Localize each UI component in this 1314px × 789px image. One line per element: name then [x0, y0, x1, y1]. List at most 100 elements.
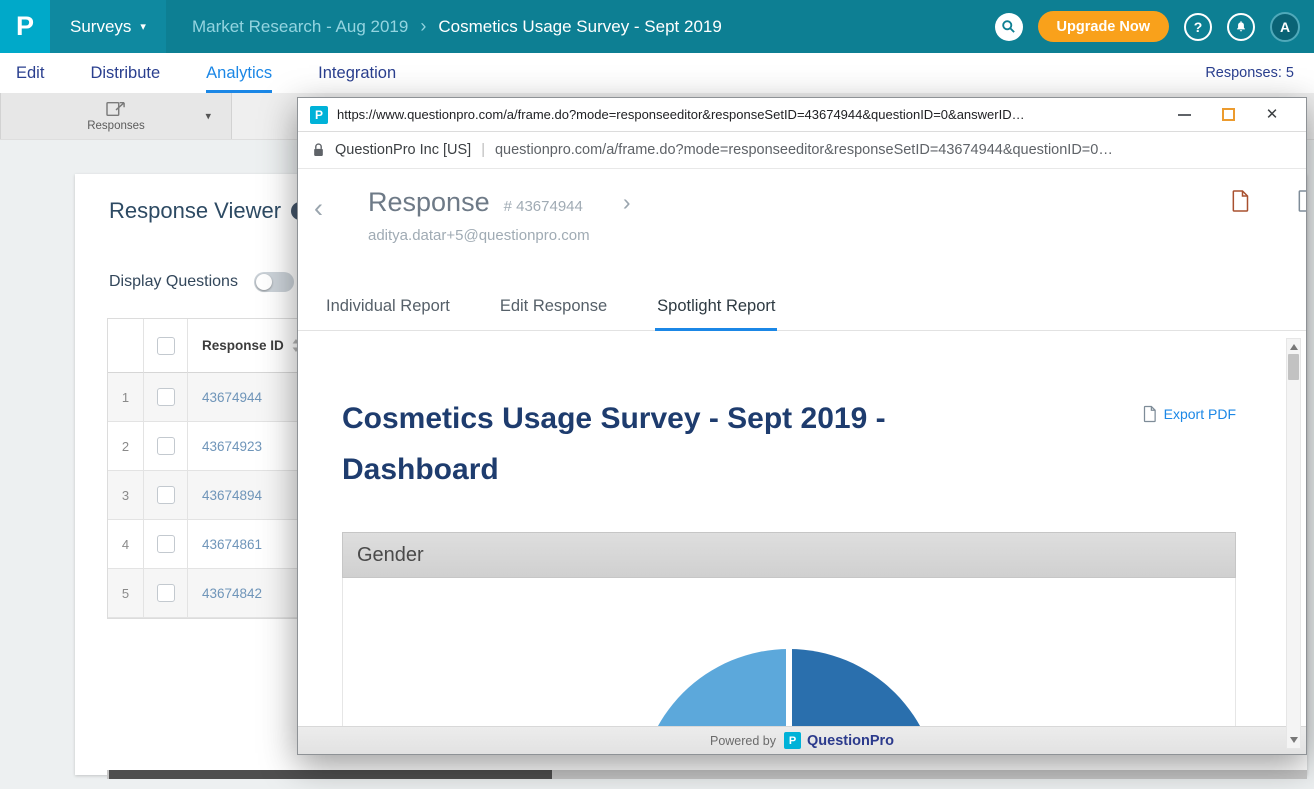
row-checkbox-cell — [144, 520, 188, 569]
toggle-knob — [256, 274, 272, 290]
upgrade-now-button[interactable]: Upgrade Now — [1038, 11, 1169, 42]
response-id-value: # 43674944 — [504, 198, 583, 215]
header-row-number — [108, 319, 144, 373]
response-title: Response — [368, 187, 490, 218]
breadcrumb-parent-link[interactable]: Market Research - Aug 2019 — [192, 17, 408, 37]
powered-by-footer: Powered by P QuestionPro — [298, 726, 1306, 754]
surveys-dropdown[interactable]: Surveys ▾ — [50, 0, 166, 53]
maximize-button[interactable] — [1206, 101, 1250, 129]
gender-chart-area — [342, 578, 1236, 726]
breadcrumb-separator-icon: › — [420, 16, 426, 37]
response-header-main: Response # 43674944 › aditya.datar+5@que… — [368, 187, 631, 244]
questionpro-footer-logo: P — [784, 732, 801, 749]
row-checkbox-cell — [144, 373, 188, 422]
file-icon — [1296, 189, 1307, 213]
responses-menu-button[interactable]: Responses ▾ — [0, 93, 232, 139]
response-header: ‹ Response # 43674944 › aditya.datar+5@q… — [298, 169, 1306, 284]
questionpro-favicon: P — [310, 106, 328, 124]
response-id-header-label: Response ID — [202, 338, 284, 353]
row-number: 5 — [108, 569, 144, 618]
address-url: questionpro.com/a/frame.do?mode=response… — [495, 142, 1292, 158]
horizontal-scrollbar[interactable] — [107, 770, 1307, 779]
popup-address-bar: QuestionPro Inc [US] | questionpro.com/a… — [298, 132, 1306, 169]
nav-item-distribute[interactable]: Distribute — [90, 53, 160, 93]
responses-menu-label: Responses — [87, 120, 145, 132]
next-response-button[interactable]: › — [623, 191, 631, 214]
dashboard-title: Cosmetics Usage Survey - Sept 2019 - Das… — [342, 393, 982, 495]
questionpro-logo[interactable]: P — [0, 0, 50, 53]
horizontal-scrollbar-thumb[interactable] — [109, 770, 552, 779]
responses-icon — [105, 100, 127, 118]
chevron-down-icon: ▾ — [140, 20, 146, 33]
display-questions-toggle[interactable] — [254, 272, 294, 292]
tab-individual-report[interactable]: Individual Report — [324, 284, 452, 331]
pie-slice-divider — [786, 649, 792, 726]
header-checkbox-cell — [144, 319, 188, 373]
nav-item-analytics[interactable]: Analytics — [206, 53, 272, 93]
respondent-email: aditya.datar+5@questionpro.com — [368, 227, 631, 244]
help-icon: ? — [1194, 19, 1203, 35]
nav-item-integration[interactable]: Integration — [318, 53, 396, 93]
avatar-initial: A — [1280, 19, 1290, 35]
popup-title-bar: P https://www.questionpro.com/a/frame.do… — [298, 98, 1306, 132]
secondary-export-button[interactable] — [1296, 189, 1307, 218]
site-identity: QuestionPro Inc [US] — [335, 142, 471, 158]
window-controls: ✕ — [1162, 101, 1294, 129]
close-button[interactable]: ✕ — [1250, 101, 1294, 129]
user-avatar[interactable]: A — [1270, 12, 1300, 42]
row-number: 3 — [108, 471, 144, 520]
previous-response-button[interactable]: ‹ — [314, 195, 323, 222]
row-checkbox-cell — [144, 422, 188, 471]
breadcrumb: Market Research - Aug 2019 › Cosmetics U… — [192, 16, 722, 37]
notifications-button[interactable] — [1227, 13, 1255, 41]
lock-icon — [312, 142, 325, 158]
powered-by-label: Powered by — [710, 734, 776, 748]
topbar-actions: Upgrade Now ? A — [995, 0, 1300, 53]
address-divider: | — [481, 142, 485, 158]
footer-logo-letter: P — [789, 735, 796, 747]
responses-menu-content: Responses — [87, 100, 145, 132]
questionpro-footer-link[interactable]: P QuestionPro — [784, 732, 894, 749]
close-icon: ✕ — [1266, 107, 1279, 122]
spotlight-report-content: Export PDF Cosmetics Usage Survey - Sept… — [298, 331, 1306, 726]
gender-panel-header: Gender — [342, 532, 1236, 578]
report-tabs: Individual Report Edit Response Spotligh… — [298, 284, 1306, 331]
page-title: Response Viewer — [109, 198, 281, 224]
export-pdf-button[interactable]: Export PDF — [1142, 405, 1236, 423]
row-number: 2 — [108, 422, 144, 471]
survey-nav: Edit Distribute Analytics Integration Re… — [0, 53, 1314, 93]
favicon-letter: P — [315, 108, 323, 122]
row-checkbox[interactable] — [157, 388, 175, 406]
row-checkbox[interactable] — [157, 535, 175, 553]
breadcrumb-current: Cosmetics Usage Survey - Sept 2019 — [438, 17, 721, 37]
tab-spotlight-report[interactable]: Spotlight Report — [655, 284, 777, 331]
scroll-up-arrow-icon[interactable] — [1290, 344, 1298, 350]
row-checkbox[interactable] — [157, 486, 175, 504]
row-checkbox[interactable] — [157, 584, 175, 602]
display-questions-label: Display Questions — [109, 273, 238, 291]
response-editor-popup: P https://www.questionpro.com/a/frame.do… — [297, 97, 1307, 755]
chevron-down-icon: ▾ — [205, 110, 211, 123]
row-checkbox[interactable] — [157, 437, 175, 455]
minimize-button[interactable] — [1162, 101, 1206, 129]
row-number: 1 — [108, 373, 144, 422]
maximize-icon — [1222, 108, 1235, 121]
search-button[interactable] — [995, 13, 1023, 41]
minimize-icon — [1178, 114, 1191, 116]
tab-edit-response[interactable]: Edit Response — [498, 284, 609, 331]
export-pdf-icon — [1142, 405, 1157, 423]
vertical-scrollbar-thumb[interactable] — [1288, 354, 1299, 380]
responses-count: Responses: 5 — [1205, 53, 1314, 93]
help-button[interactable]: ? — [1184, 13, 1212, 41]
pdf-file-icon — [1230, 189, 1250, 213]
questionpro-wordmark: QuestionPro — [807, 733, 894, 749]
scroll-down-arrow-icon[interactable] — [1290, 737, 1298, 743]
download-pdf-button[interactable] — [1230, 189, 1250, 218]
row-checkbox-cell — [144, 569, 188, 618]
bell-icon — [1234, 20, 1248, 34]
popup-window-title: https://www.questionpro.com/a/frame.do?m… — [337, 107, 1141, 122]
gender-panel: Gender — [342, 532, 1236, 726]
select-all-checkbox[interactable] — [157, 337, 175, 355]
nav-item-edit[interactable]: Edit — [16, 53, 44, 93]
popup-vertical-scrollbar[interactable] — [1286, 338, 1301, 749]
